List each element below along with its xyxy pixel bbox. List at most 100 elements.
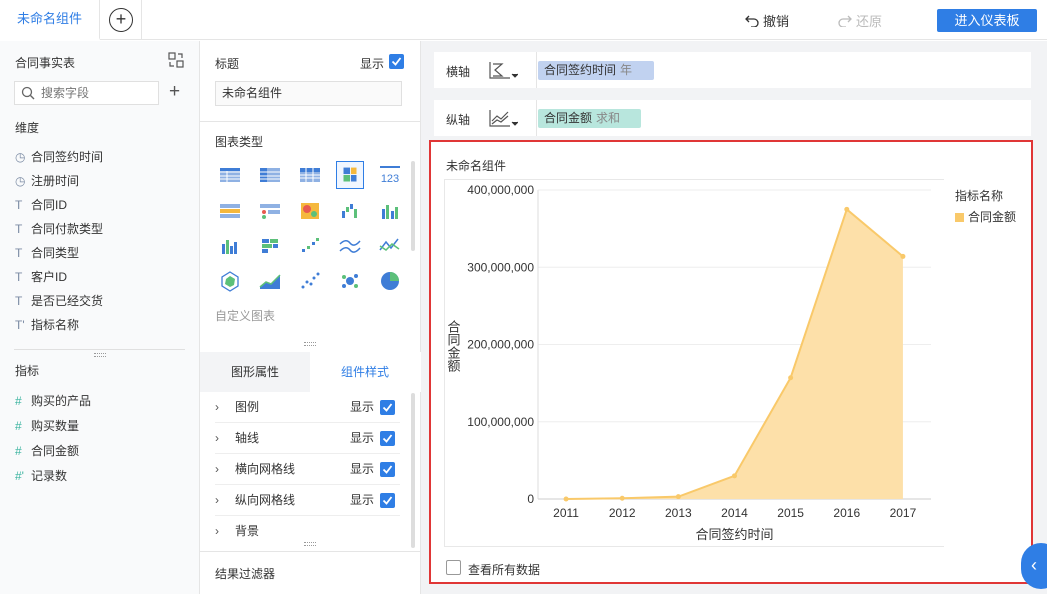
dimension-item[interactable]: ◷ 注册时间	[15, 171, 79, 191]
property-tabs: 图形属性 组件样式	[200, 352, 421, 392]
dimension-item[interactable]: ◷ 合同签约时间	[15, 147, 103, 167]
stacked-bar-icon[interactable]	[256, 232, 284, 260]
top-bar: 未命名组件 + 撤销 还原 进入仪表板	[0, 0, 1047, 40]
data-point	[844, 206, 850, 212]
x-tick-label: 2015	[777, 506, 804, 520]
title-show-checkbox[interactable]	[389, 54, 404, 69]
x-tick-label: 2014	[721, 506, 748, 520]
waterfall-chart-icon[interactable]	[336, 197, 364, 225]
vgrid-show-checkbox[interactable]	[380, 493, 395, 508]
chart-type-scrollbar[interactable]	[411, 161, 415, 251]
section-divider	[200, 551, 421, 552]
color-table-icon[interactable]	[216, 197, 244, 225]
chevron-right-icon: ›	[215, 400, 219, 414]
tab-component[interactable]: 未命名组件	[0, 0, 100, 40]
dimension-item[interactable]: T 合同付款类型	[15, 219, 103, 239]
x-axis-type-icon[interactable]	[488, 60, 518, 80]
chevron-left-icon: ‹	[1031, 555, 1037, 575]
radar-chart-icon[interactable]	[216, 267, 244, 295]
title-input[interactable]: 未命名组件	[215, 81, 402, 106]
measure-item[interactable]: # 购买的产品	[15, 391, 91, 411]
table-chart-icon[interactable]	[216, 161, 244, 189]
bubble-chart-icon[interactable]	[336, 267, 364, 295]
section-divider	[200, 121, 421, 122]
prop-legend[interactable]: › 图例 显示	[215, 392, 400, 423]
switch-table-icon[interactable]	[168, 52, 184, 68]
area-chart: 0 100,000,000 200,000,000 300,000,000 400,00…	[446, 183, 931, 542]
chart-widget[interactable]: 未命名组件 0 100,000,000 200,000,000 300,000,000…	[429, 140, 1033, 584]
line-chart-icon[interactable]	[336, 232, 364, 260]
grouped-bar-icon[interactable]	[376, 197, 404, 225]
chevron-right-icon: ›	[215, 524, 219, 538]
x-tick-label: 2017	[890, 506, 917, 520]
prop-vertical-grid[interactable]: › 纵向网格线 显示	[215, 485, 400, 516]
number-icon[interactable]: 123	[376, 161, 404, 189]
prop-axis-line[interactable]: › 轴线 显示	[215, 423, 400, 454]
multi-line-icon[interactable]	[376, 232, 404, 260]
x-axis-field-pill[interactable]: 合同签约时间年	[538, 61, 654, 80]
resize-handle[interactable]	[94, 353, 106, 357]
chart-type-label: 图表类型	[215, 135, 264, 149]
collapse-panel-button[interactable]: ‹	[1021, 543, 1047, 589]
custom-chart-label[interactable]: 自定义图表	[215, 307, 275, 324]
field-search[interactable]	[14, 81, 159, 105]
x-tick-label: 2012	[609, 506, 636, 520]
clock-icon: ◷	[15, 150, 26, 164]
x-tick-label: 2013	[665, 506, 692, 520]
dimension-item[interactable]: T 合同类型	[15, 243, 79, 263]
add-field-button[interactable]: +	[169, 82, 180, 102]
y-axis-bar: 纵轴 合同金额 求和	[434, 100, 1031, 136]
property-scrollbar[interactable]	[411, 393, 415, 548]
bar-chart-icon[interactable]	[216, 232, 244, 260]
y-tick-label: 200,000,000	[467, 338, 534, 352]
y-axis-field-pill[interactable]: 合同金额 求和	[538, 109, 641, 128]
area-chart-icon[interactable]	[256, 267, 284, 295]
axis-show-checkbox[interactable]	[380, 431, 395, 446]
legend-swatch	[955, 213, 964, 222]
resize-handle[interactable]	[304, 342, 316, 346]
y-axis-type-icon[interactable]	[488, 108, 518, 128]
hash-icon: #	[15, 394, 22, 408]
dimension-item[interactable]: T 合同ID	[15, 195, 67, 215]
x-tick-label: 2016	[833, 506, 860, 520]
detail-table-icon[interactable]	[296, 161, 324, 189]
measure-item[interactable]: # 合同金额	[15, 441, 79, 461]
kpi-card-icon[interactable]	[336, 161, 364, 189]
text-icon: T	[15, 198, 23, 212]
hash-icon: #	[15, 419, 22, 433]
y-tick-label: 300,000,000	[467, 260, 534, 274]
view-all-data-checkbox[interactable]	[446, 560, 461, 575]
undo-icon	[745, 15, 759, 28]
search-input[interactable]	[41, 85, 156, 101]
dimension-item[interactable]: T' 指标名称	[15, 315, 79, 335]
resize-handle[interactable]	[304, 542, 316, 546]
hash-star-icon: #'	[15, 469, 24, 483]
undo-button[interactable]: 撤销	[745, 11, 789, 30]
x-axis-label: 横轴	[446, 65, 471, 79]
measure-item[interactable]: # 购买数量	[15, 416, 79, 436]
separator	[536, 100, 537, 136]
prop-horizontal-grid[interactable]: › 横向网格线 显示	[215, 454, 400, 485]
enter-dashboard-button[interactable]: 进入仪表板	[937, 9, 1037, 32]
tab-component-style[interactable]: 组件样式	[310, 352, 420, 392]
data-point	[900, 253, 906, 259]
dimension-item[interactable]: T 是否已经交货	[15, 291, 103, 311]
legend-show-checkbox[interactable]	[380, 400, 395, 415]
scatter-bar-icon[interactable]	[296, 232, 324, 260]
dimension-item[interactable]: T 客户ID	[15, 267, 67, 287]
indicator-table-icon[interactable]	[256, 197, 284, 225]
redo-icon	[838, 15, 852, 28]
legend-item[interactable]: 合同金额	[955, 208, 1016, 225]
hgrid-show-checkbox[interactable]	[380, 462, 395, 477]
heatmap-icon[interactable]	[296, 197, 324, 225]
redo-button[interactable]: 还原	[838, 11, 882, 30]
tab-graphic-properties[interactable]: 图形属性	[200, 352, 310, 392]
cross-table-icon[interactable]	[256, 161, 284, 189]
measure-item[interactable]: #' 记录数	[15, 466, 67, 486]
add-tab-button[interactable]: +	[100, 0, 142, 40]
text-icon: T	[15, 294, 23, 308]
title-label: 标题	[215, 57, 240, 71]
pie-chart-icon[interactable]	[376, 267, 404, 295]
x-tick-label: 2011	[553, 506, 579, 520]
scatter-chart-icon[interactable]	[296, 267, 324, 295]
